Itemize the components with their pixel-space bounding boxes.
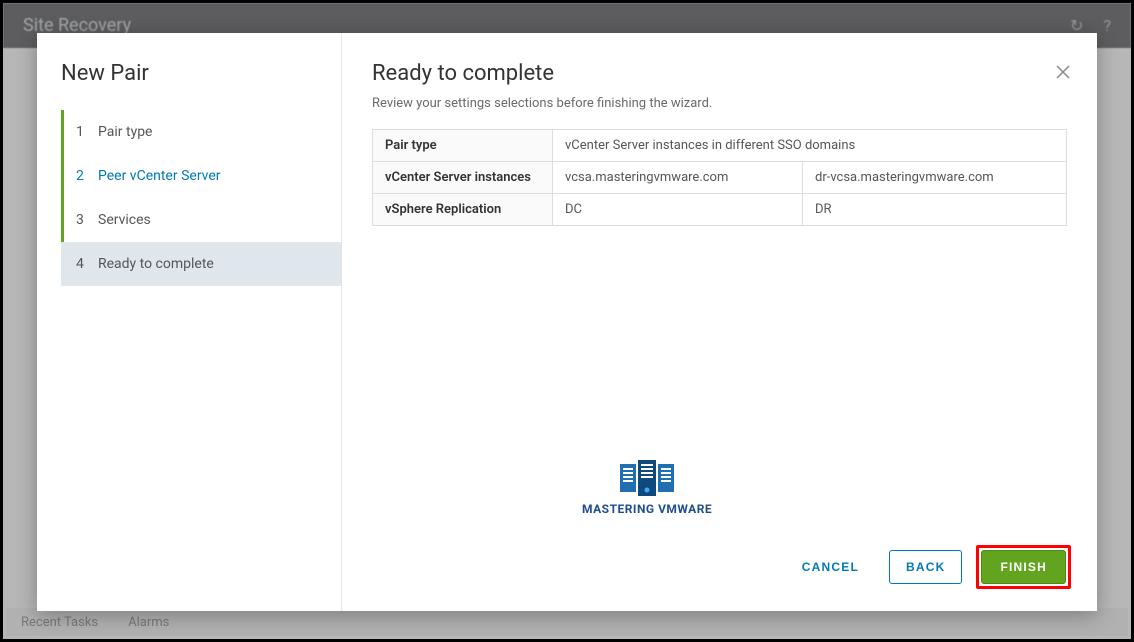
row-value: vCenter Server instances in different SS… <box>553 130 1067 162</box>
row-value: dr-vcsa.masteringvmware.com <box>803 162 1067 194</box>
step-label: Pair type <box>98 124 152 140</box>
servers-icon <box>582 460 712 496</box>
back-button[interactable]: BACK <box>889 550 962 584</box>
step-number: 4 <box>76 256 88 272</box>
step-label: Peer vCenter Server <box>98 168 221 184</box>
page-subtitle: Review your settings selections before f… <box>372 96 1067 111</box>
table-row: vCenter Server instances vcsa.masteringv… <box>373 162 1067 194</box>
page-title: Ready to complete <box>372 61 1067 86</box>
step-number: 1 <box>76 124 88 140</box>
row-value: vcsa.masteringvmware.com <box>553 162 803 194</box>
step-label: Ready to complete <box>98 256 214 272</box>
finish-highlight: FINISH <box>976 545 1071 589</box>
close-icon <box>1055 64 1071 80</box>
watermark-text: MASTERING VMWARE <box>582 502 712 516</box>
step-number: 3 <box>76 212 88 228</box>
wizard-content: Ready to complete Review your settings s… <box>342 33 1097 611</box>
wizard-step-peer-vcenter[interactable]: 2 Peer vCenter Server <box>61 154 341 198</box>
row-label: Pair type <box>373 130 553 162</box>
wizard-modal: New Pair 1 Pair type 2 Peer vCenter Serv… <box>37 33 1097 611</box>
step-number: 2 <box>76 168 88 184</box>
table-row: vSphere Replication DC DR <box>373 194 1067 226</box>
table-row: Pair type vCenter Server instances in di… <box>373 130 1067 162</box>
close-button[interactable] <box>1055 63 1071 86</box>
row-value: DC <box>553 194 803 226</box>
wizard-step-ready[interactable]: 4 Ready to complete <box>61 242 341 286</box>
row-label: vSphere Replication <box>373 194 553 226</box>
cancel-button[interactable]: CANCEL <box>786 551 875 583</box>
modal-overlay: New Pair 1 Pair type 2 Peer vCenter Serv… <box>3 3 1131 639</box>
step-label: Services <box>98 212 151 228</box>
wizard-sidebar: New Pair 1 Pair type 2 Peer vCenter Serv… <box>37 33 342 611</box>
row-value: DR <box>803 194 1067 226</box>
watermark: MASTERING VMWARE <box>582 460 712 516</box>
wizard-step-services[interactable]: 3 Services <box>61 198 341 242</box>
row-label: vCenter Server instances <box>373 162 553 194</box>
wizard-steps: 1 Pair type 2 Peer vCenter Server 3 Serv… <box>37 110 341 286</box>
modal-footer: CANCEL BACK FINISH <box>786 545 1071 589</box>
wizard-step-pair-type[interactable]: 1 Pair type <box>61 110 341 154</box>
finish-button[interactable]: FINISH <box>981 550 1066 584</box>
summary-table: Pair type vCenter Server instances in di… <box>372 129 1067 226</box>
wizard-title: New Pair <box>37 61 341 110</box>
